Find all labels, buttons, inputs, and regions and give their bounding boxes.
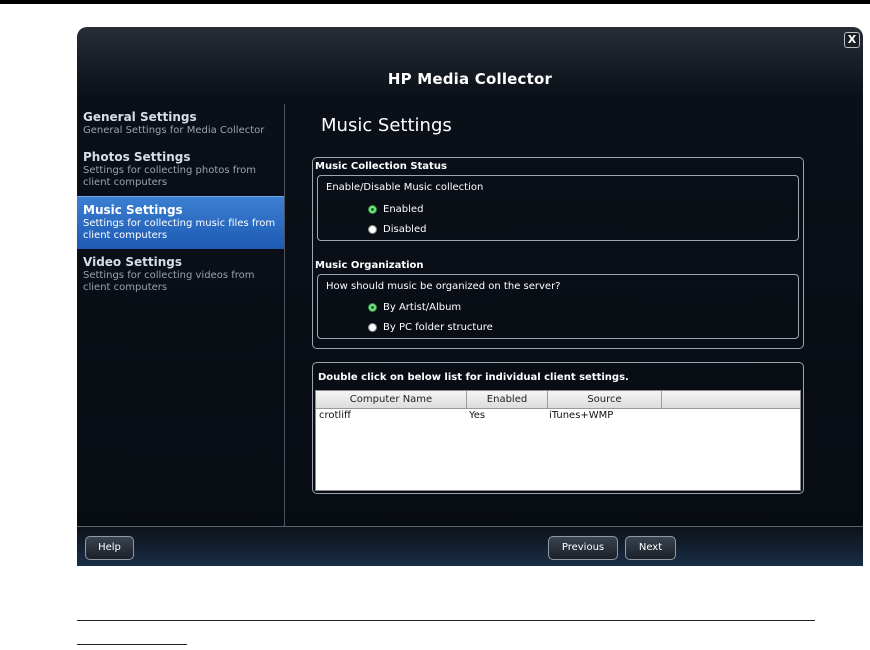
column-header-enabled[interactable]: Enabled [467, 391, 548, 408]
client-list-panel: Double click on below list for individua… [312, 362, 804, 494]
close-icon: X [847, 33, 857, 46]
collection-status-group: Enable/Disable Music collection Enabled … [317, 175, 799, 241]
radio-unselected-icon [368, 225, 377, 234]
sidebar-item-video[interactable]: Video Settings Settings for collecting v… [77, 249, 284, 301]
cell-enabled: Yes [469, 410, 486, 421]
column-header-blank[interactable] [662, 391, 800, 408]
sidebar-item-desc: General Settings for Media Collector [83, 125, 265, 136]
sidebar-divider [284, 104, 285, 526]
organization-header: Music Organization [315, 260, 424, 271]
previous-button[interactable]: Previous [548, 536, 618, 560]
next-button[interactable]: Next [625, 536, 676, 560]
app-title: HP Media Collector [387, 70, 553, 88]
organization-question: How should music be organized on the ser… [326, 281, 561, 292]
cell-computer-name: crotliff [319, 410, 351, 421]
grid-header-row: Computer Name Enabled Source [316, 391, 800, 409]
music-settings-panel: Music Collection Status Enable/Disable M… [312, 157, 804, 349]
page-title: Music Settings [321, 115, 452, 136]
sidebar-item-photos[interactable]: Photos Settings Settings for collecting … [77, 144, 284, 196]
app-window: X HP Media Collector General Settings Ge… [77, 27, 863, 566]
help-button[interactable]: Help [85, 536, 134, 560]
sidebar-item-title: General Settings [83, 110, 197, 124]
cell-source: iTunes+WMP [549, 410, 614, 421]
client-list-header: Double click on below list for individua… [318, 372, 629, 383]
sidebar-item-desc: Settings for collecting music files from… [83, 218, 276, 241]
collection-question: Enable/Disable Music collection [326, 182, 484, 193]
table-row[interactable]: crotliff Yes iTunes+WMP [316, 409, 800, 423]
bottom-bar: Help Previous Next [77, 526, 863, 566]
radio-label: Disabled [383, 224, 427, 235]
sidebar-item-general[interactable]: General Settings General Settings for Me… [77, 104, 284, 144]
sidebar-item-title: Photos Settings [83, 150, 191, 164]
radio-unselected-icon [368, 323, 377, 332]
sidebar: General Settings General Settings for Me… [77, 104, 284, 301]
page-rule [77, 620, 815, 621]
column-header-source[interactable]: Source [548, 391, 662, 408]
top-rule [0, 0, 870, 4]
sidebar-item-music[interactable]: Music Settings Settings for collecting m… [77, 196, 284, 249]
collection-status-header: Music Collection Status [315, 161, 447, 172]
column-header-computer-name[interactable]: Computer Name [316, 391, 467, 408]
client-list-grid[interactable]: Computer Name Enabled Source crotliff Ye… [315, 390, 801, 491]
organization-group: How should music be organized on the ser… [317, 274, 799, 339]
sidebar-item-desc: Settings for collecting videos from clie… [83, 270, 255, 293]
sidebar-item-title: Music Settings [83, 203, 183, 217]
radio-label: Enabled [383, 204, 424, 215]
radio-label: By PC folder structure [383, 322, 493, 333]
sidebar-item-title: Video Settings [83, 255, 182, 269]
radio-selected-icon [368, 303, 377, 312]
radio-selected-icon [368, 205, 377, 214]
page-rule-short [77, 644, 187, 645]
close-button[interactable]: X [844, 32, 860, 48]
radio-label: By Artist/Album [383, 302, 462, 313]
radio-disabled[interactable]: Disabled [368, 224, 426, 235]
sidebar-item-desc: Settings for collecting photos from clie… [83, 165, 257, 188]
radio-by-artist-album[interactable]: By Artist/Album [368, 302, 461, 313]
radio-by-pc-folder[interactable]: By PC folder structure [368, 322, 493, 333]
radio-enabled[interactable]: Enabled [368, 204, 423, 215]
